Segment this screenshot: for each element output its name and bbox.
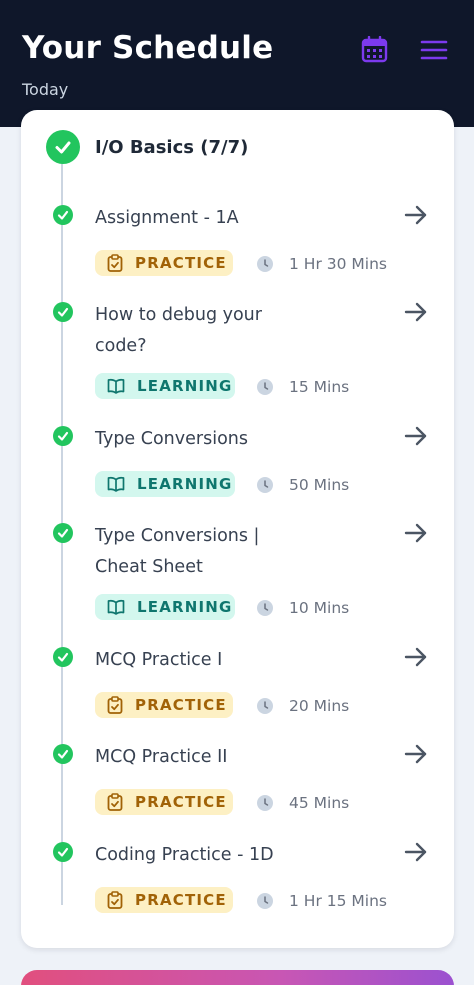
duration-text: 50 Mins: [289, 476, 350, 494]
arrow-right-icon[interactable]: [404, 424, 428, 448]
badge-label: PRACTICE: [135, 793, 227, 811]
clock-icon: [257, 893, 273, 909]
item-title[interactable]: Coding Practice - 1D: [95, 840, 315, 871]
learning-badge: LEARNING: [95, 373, 235, 399]
clipboard-icon: [107, 696, 123, 714]
duration: 15 Mins: [257, 378, 349, 396]
page-title: Your Schedule: [22, 30, 274, 66]
item-title[interactable]: MCQ Practice II: [95, 742, 315, 773]
clipboard-icon: [107, 891, 123, 909]
clock-icon: [257, 600, 273, 616]
clipboard-icon: [107, 254, 123, 272]
check-icon: [53, 426, 73, 446]
duration: 10 Mins: [257, 599, 349, 617]
badge-label: PRACTICE: [135, 891, 227, 909]
check-icon: [53, 523, 73, 543]
page-subtitle: Today: [22, 80, 69, 99]
clock-icon: [257, 256, 273, 272]
practice-badge: PRACTICE: [95, 250, 233, 276]
practice-badge: PRACTICE: [95, 692, 233, 718]
clock-icon: [257, 379, 273, 395]
badge-label: LEARNING: [137, 377, 233, 395]
practice-badge: PRACTICE: [95, 789, 233, 815]
item-title[interactable]: How to debug your code?: [95, 300, 315, 362]
app-header: Your Schedule Today: [0, 0, 474, 127]
book-open-icon: [107, 599, 125, 615]
check-icon: [53, 302, 73, 322]
duration-text: 15 Mins: [289, 378, 350, 396]
book-open-icon: [107, 476, 125, 492]
duration: 50 Mins: [257, 476, 349, 494]
clock-icon: [257, 477, 273, 493]
clock-icon: [257, 698, 273, 714]
section-title: I/O Basics (7/7): [95, 137, 249, 158]
check-icon: [53, 744, 73, 764]
duration-text: 1 Hr 15 Mins: [289, 892, 387, 910]
calendar-icon[interactable]: [361, 36, 388, 63]
arrow-right-icon[interactable]: [404, 742, 428, 766]
check-icon: [53, 205, 73, 225]
duration-text: 10 Mins: [289, 599, 350, 617]
duration: 1 Hr 15 Mins: [257, 892, 387, 910]
arrow-right-icon[interactable]: [404, 300, 428, 324]
item-title[interactable]: Assignment - 1A: [95, 203, 315, 234]
badge-label: LEARNING: [137, 598, 233, 616]
check-icon: [53, 647, 73, 667]
section-complete-icon: [46, 130, 80, 164]
book-open-icon: [107, 378, 125, 394]
item-title[interactable]: Type Conversions: [95, 424, 315, 455]
next-section-card[interactable]: [21, 970, 454, 985]
duration-text: 20 Mins: [289, 697, 350, 715]
check-icon: [53, 842, 73, 862]
learning-badge: LEARNING: [95, 594, 235, 620]
schedule-card: I/O Basics (7/7) Assignment - 1A PRACTIC…: [21, 110, 454, 948]
badge-label: LEARNING: [137, 475, 233, 493]
practice-badge: PRACTICE: [95, 887, 233, 913]
duration-text: 45 Mins: [289, 794, 350, 812]
duration: 20 Mins: [257, 697, 349, 715]
clipboard-icon: [107, 793, 123, 811]
badge-label: PRACTICE: [135, 254, 227, 272]
item-title[interactable]: MCQ Practice I: [95, 645, 315, 676]
duration: 1 Hr 30 Mins: [257, 255, 387, 273]
badge-label: PRACTICE: [135, 696, 227, 714]
hamburger-menu-icon[interactable]: [420, 38, 448, 62]
arrow-right-icon[interactable]: [404, 840, 428, 864]
item-title[interactable]: Type Conversions | Cheat Sheet: [95, 521, 315, 583]
arrow-right-icon[interactable]: [404, 521, 428, 545]
arrow-right-icon[interactable]: [404, 203, 428, 227]
duration: 45 Mins: [257, 794, 349, 812]
duration-text: 1 Hr 30 Mins: [289, 255, 387, 273]
clock-icon: [257, 795, 273, 811]
learning-badge: LEARNING: [95, 471, 235, 497]
arrow-right-icon[interactable]: [404, 645, 428, 669]
